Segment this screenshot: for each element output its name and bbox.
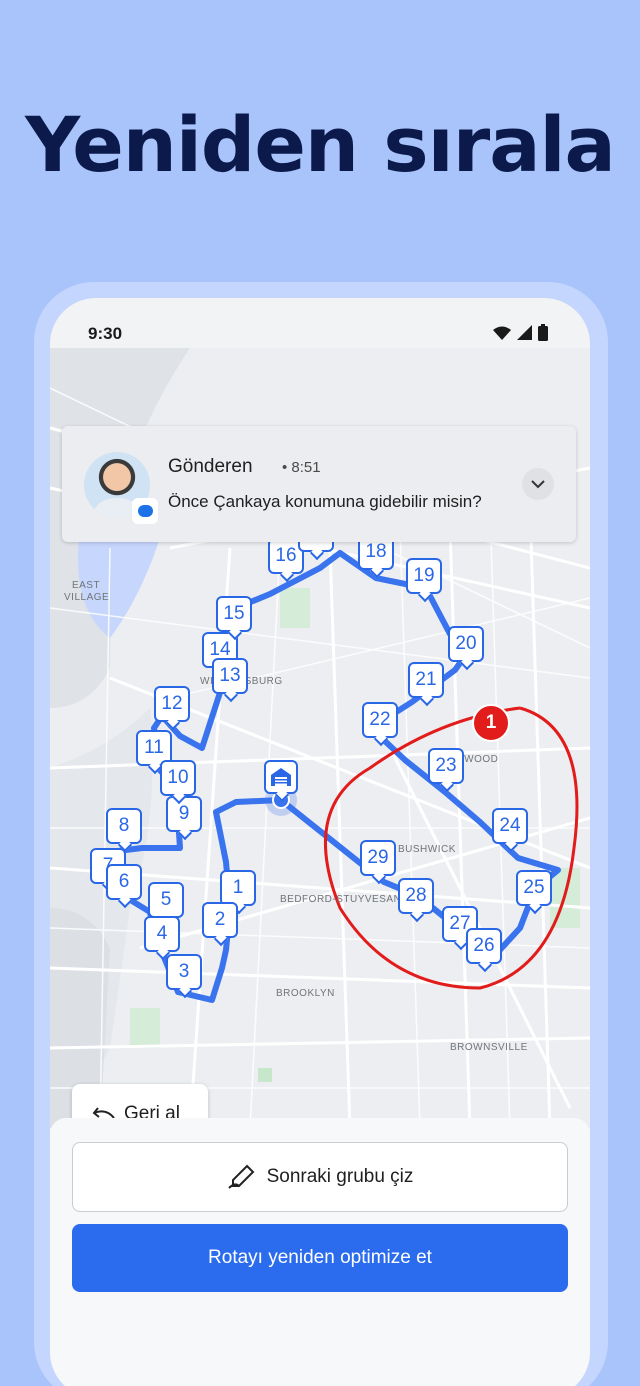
stop-marker-5[interactable]: 5 [148, 882, 184, 918]
battery-icon [538, 324, 548, 341]
status-bar: 9:30 [50, 298, 590, 348]
messages-app-icon [132, 498, 158, 524]
stop-marker-20[interactable]: 20 [448, 626, 484, 662]
chevron-down-icon [531, 479, 545, 488]
stop-marker-8[interactable]: 8 [106, 808, 142, 844]
stop-marker-2[interactable]: 2 [202, 902, 238, 938]
map-label-bedford-stuyvesant: BEDFORD-STUYVESANT [280, 894, 408, 905]
route-map[interactable]: EAST VILLAGE WILLIAMSBURG BUSHWICK BEDFO… [50, 348, 590, 1128]
stop-marker-9[interactable]: 9 [166, 796, 202, 832]
notification-sender: Gönderen [168, 456, 253, 477]
draw-icon [227, 1164, 255, 1189]
stop-marker-3[interactable]: 3 [166, 954, 202, 990]
bottom-sheet: Sonraki grubu çiz Rotayı yeniden optimiz… [50, 1118, 590, 1386]
notification-message: Önce Çankaya konumuna gidebilir misin? [168, 492, 482, 511]
headline: Yeniden sırala [25, 100, 616, 189]
stop-marker-1[interactable]: 1 [220, 870, 256, 906]
reoptimize-route-label: Rotayı yeniden optimize et [208, 1247, 432, 1268]
map-label-east-village: EAST VILLAGE [64, 580, 110, 603]
message-notification[interactable]: Gönderen • 8:51 Önce Çankaya konumuna gi… [62, 426, 576, 542]
stop-marker-28[interactable]: 28 [398, 878, 434, 914]
depot-marker[interactable] [264, 760, 298, 794]
signal-icon [517, 325, 532, 340]
expand-notification-button[interactable] [522, 468, 554, 500]
stop-marker-12[interactable]: 12 [154, 686, 190, 722]
stop-marker-19[interactable]: 19 [406, 558, 442, 594]
stop-marker-25[interactable]: 25 [516, 870, 552, 906]
warehouse-icon [271, 768, 291, 786]
stop-marker-21[interactable]: 21 [408, 662, 444, 698]
status-time: 9:30 [88, 324, 123, 343]
map-label-bushwick: BUSHWICK [398, 844, 456, 855]
wifi-icon [493, 326, 511, 340]
stop-marker-10[interactable]: 10 [160, 760, 196, 796]
stop-marker-29[interactable]: 29 [360, 840, 396, 876]
stop-marker-15[interactable]: 15 [216, 596, 252, 632]
stop-marker-24[interactable]: 24 [492, 808, 528, 844]
reoptimize-route-button[interactable]: Rotayı yeniden optimize et [72, 1224, 568, 1292]
phone-screen: 9:30 EAST VILLAGE BUSHWICK BEDFORD-STUYV… [50, 298, 590, 1386]
map-label-brownsville: BROWNSVILLE [450, 1042, 528, 1053]
stop-marker-23[interactable]: 23 [428, 748, 464, 784]
notification-time: • 8:51 [282, 459, 321, 476]
draw-next-group-label: Sonraki grubu çiz [266, 1166, 414, 1187]
stop-marker-26[interactable]: 26 [466, 928, 502, 964]
stop-marker-6[interactable]: 6 [106, 864, 142, 900]
map-label-brooklyn: BROOKLYN [276, 988, 335, 999]
selection-count-badge: 1 [472, 704, 510, 742]
draw-next-group-button[interactable]: Sonraki grubu çiz [72, 1142, 568, 1212]
stop-marker-4[interactable]: 4 [144, 916, 180, 952]
stop-marker-13[interactable]: 13 [212, 658, 248, 694]
stop-marker-22[interactable]: 22 [362, 702, 398, 738]
status-icons [493, 324, 548, 341]
